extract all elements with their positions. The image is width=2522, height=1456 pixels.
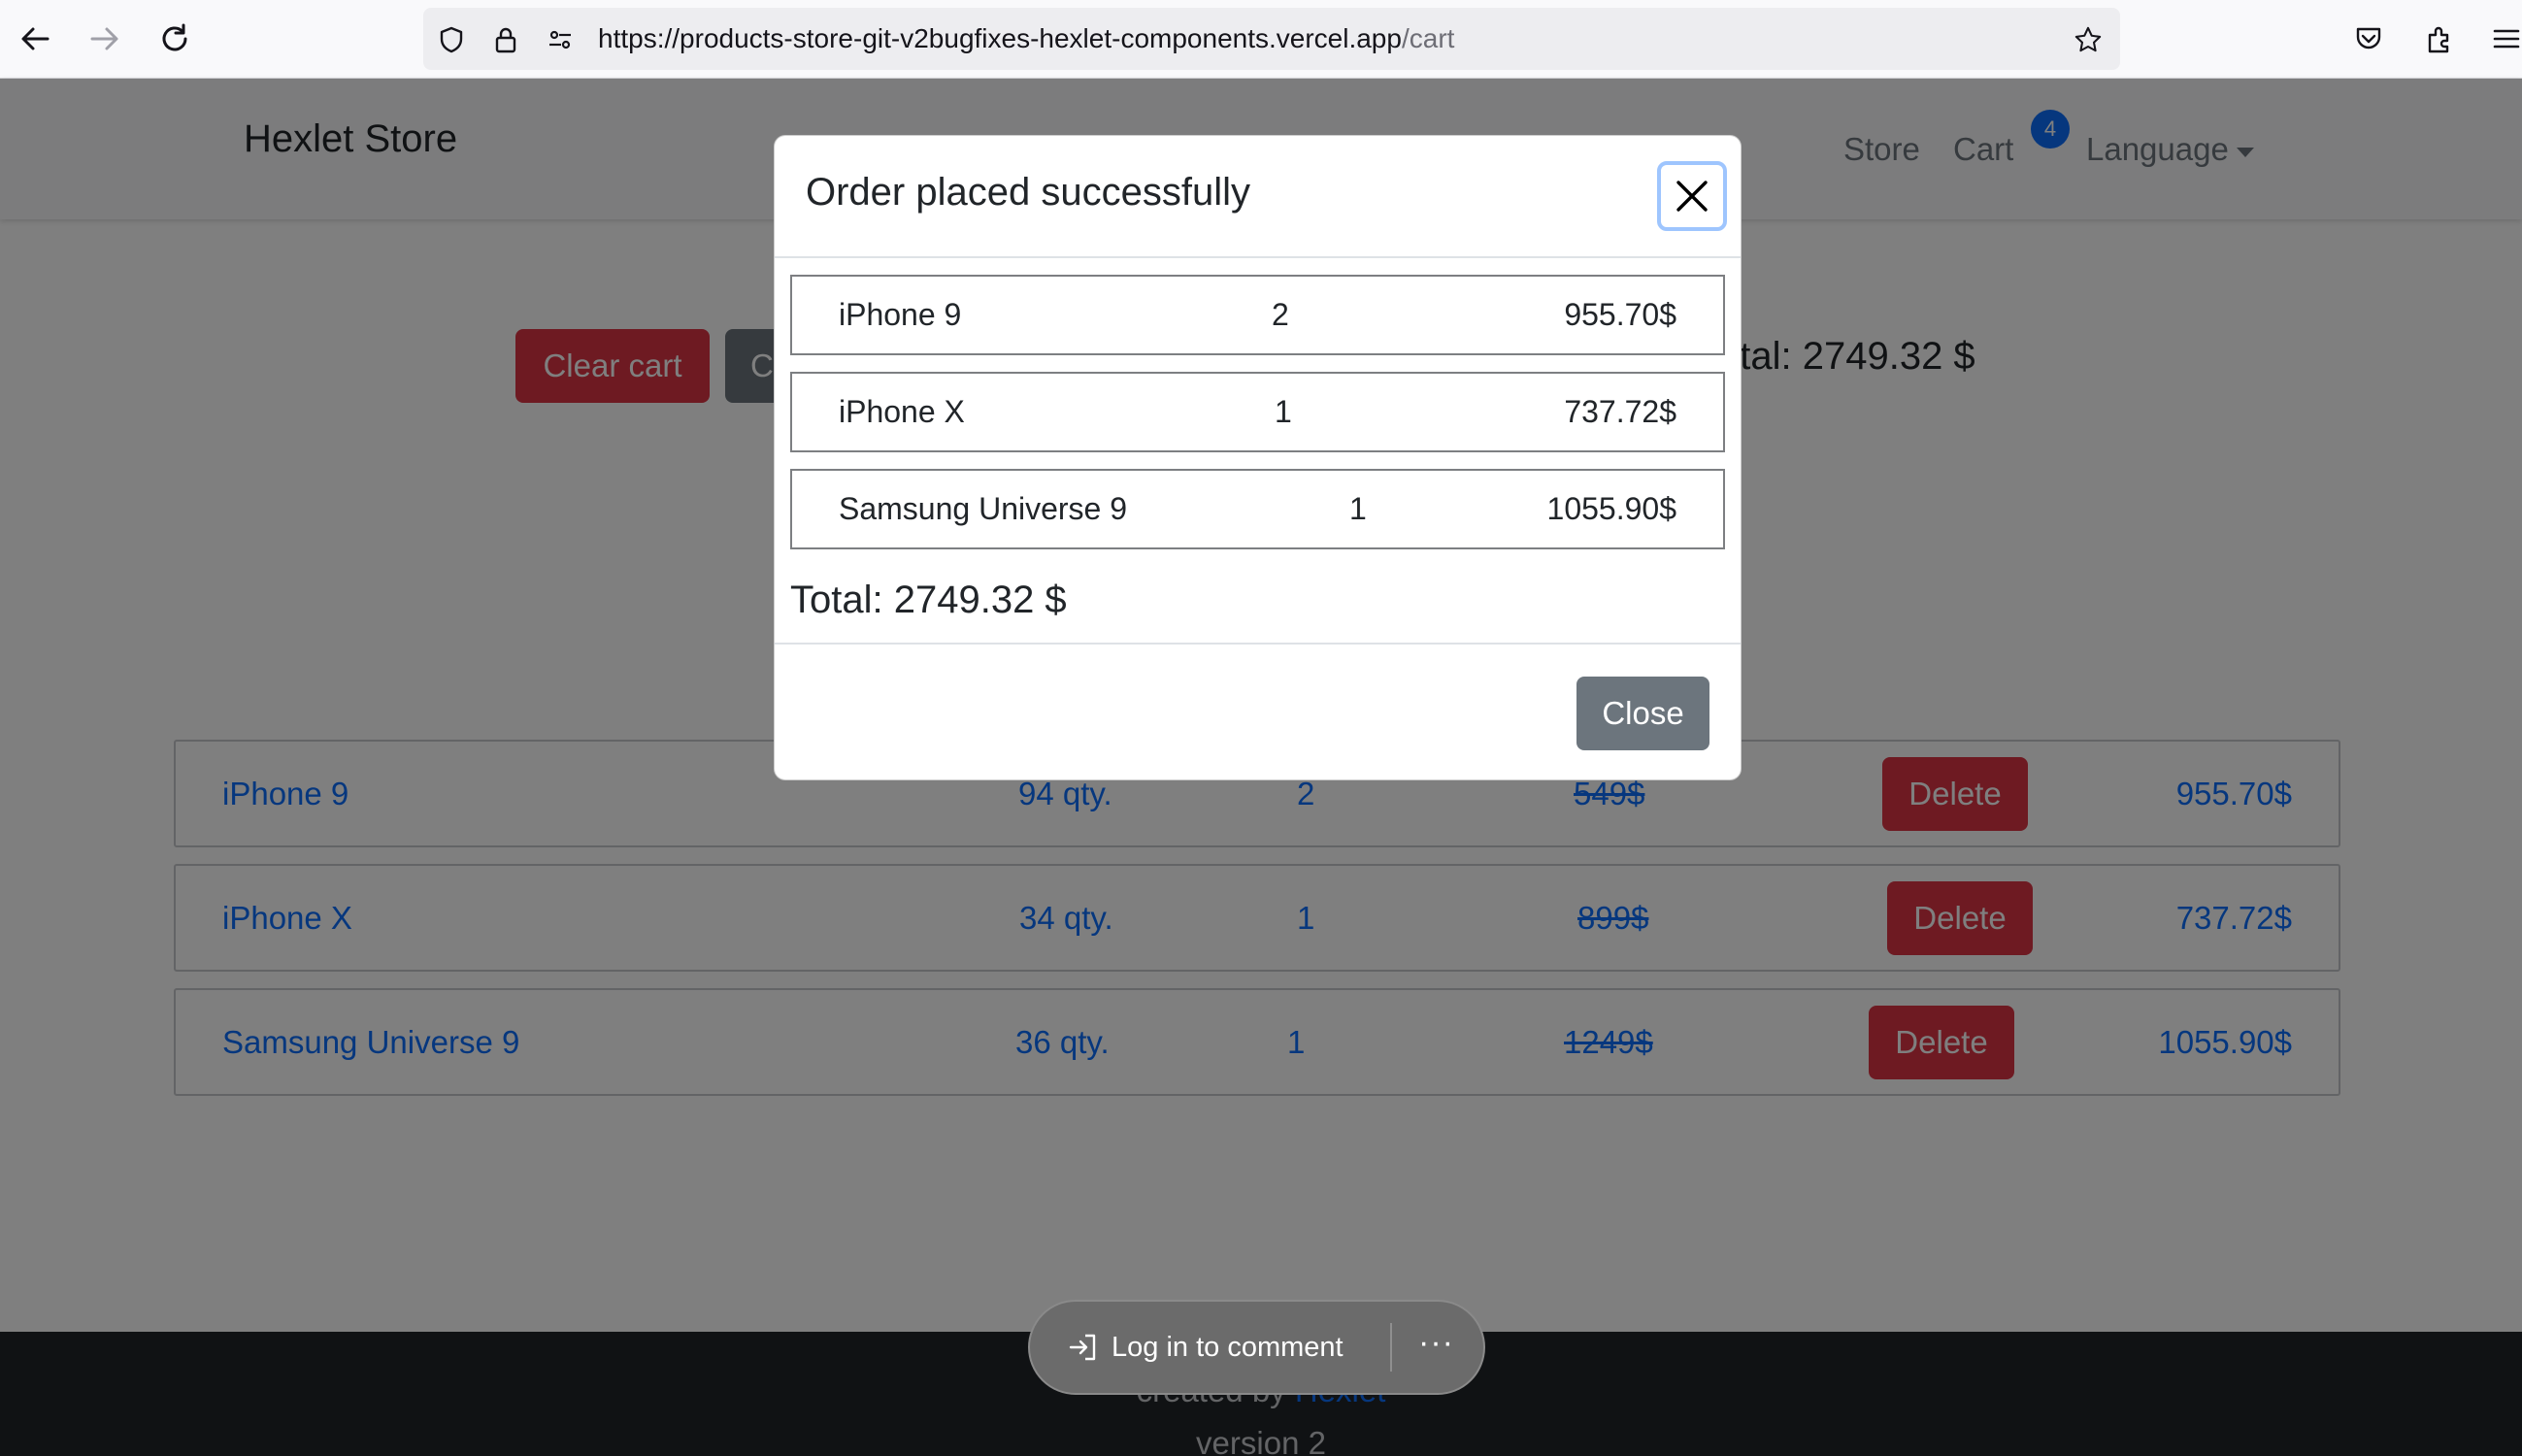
url-host: https://products-store-git-v2bugfixes-he… (598, 23, 1402, 53)
order-product-name: iPhone 9 (839, 297, 962, 332)
modal-header-divider (775, 256, 1741, 258)
menu-icon[interactable] (2487, 19, 2522, 58)
order-product-price: 1055.90$ (1546, 491, 1676, 526)
order-row: iPhone 9 2 955.70$ (790, 275, 1725, 355)
modal-title: Order placed successfully (806, 171, 1250, 214)
extensions-icon[interactable] (2420, 19, 2459, 58)
order-product-price: 737.72$ (1564, 394, 1676, 429)
order-product-name: iPhone X (839, 394, 965, 429)
pocket-icon[interactable] (2349, 19, 2388, 58)
address-bar[interactable]: https://products-store-git-v2bugfixes-he… (423, 8, 2120, 70)
permissions-icon[interactable] (546, 25, 575, 54)
forward-arrow-icon[interactable] (83, 17, 126, 60)
order-product-count: 1 (1275, 394, 1292, 429)
comment-toolbar: Log in to comment ··· (1028, 1300, 1485, 1395)
reload-icon[interactable] (153, 17, 196, 60)
order-row: Samsung Universe 9 1 1055.90$ (790, 469, 1725, 549)
order-product-count: 2 (1272, 297, 1289, 332)
order-row: iPhone X 1 737.72$ (790, 372, 1725, 452)
toolbar-divider (1390, 1323, 1392, 1372)
back-arrow-icon[interactable] (14, 17, 56, 60)
more-icon[interactable]: ··· (1418, 1302, 1454, 1393)
browser-toolbar: https://products-store-git-v2bugfixes-he… (0, 0, 2522, 79)
url-path: /cart (1401, 23, 1455, 53)
order-product-count: 1 (1349, 491, 1367, 526)
order-success-modal: Order placed successfully iPhone 9 2 955… (774, 135, 1742, 780)
order-product-name: Samsung Universe 9 (839, 491, 1128, 526)
shield-icon[interactable] (437, 25, 466, 54)
lock-icon[interactable] (491, 25, 520, 54)
modal-footer-divider (775, 643, 1741, 645)
login-to-comment-button[interactable]: Log in to comment (1112, 1302, 1344, 1393)
order-product-price: 955.70$ (1564, 297, 1676, 332)
close-button[interactable]: Close (1576, 677, 1709, 750)
url-text[interactable]: https://products-store-git-v2bugfixes-he… (598, 8, 1454, 70)
close-icon[interactable] (1657, 161, 1727, 231)
bookmark-star-icon[interactable] (2074, 25, 2103, 54)
login-icon[interactable] (1067, 1331, 1100, 1369)
order-total: Total: 2749.32 $ (790, 579, 1067, 621)
